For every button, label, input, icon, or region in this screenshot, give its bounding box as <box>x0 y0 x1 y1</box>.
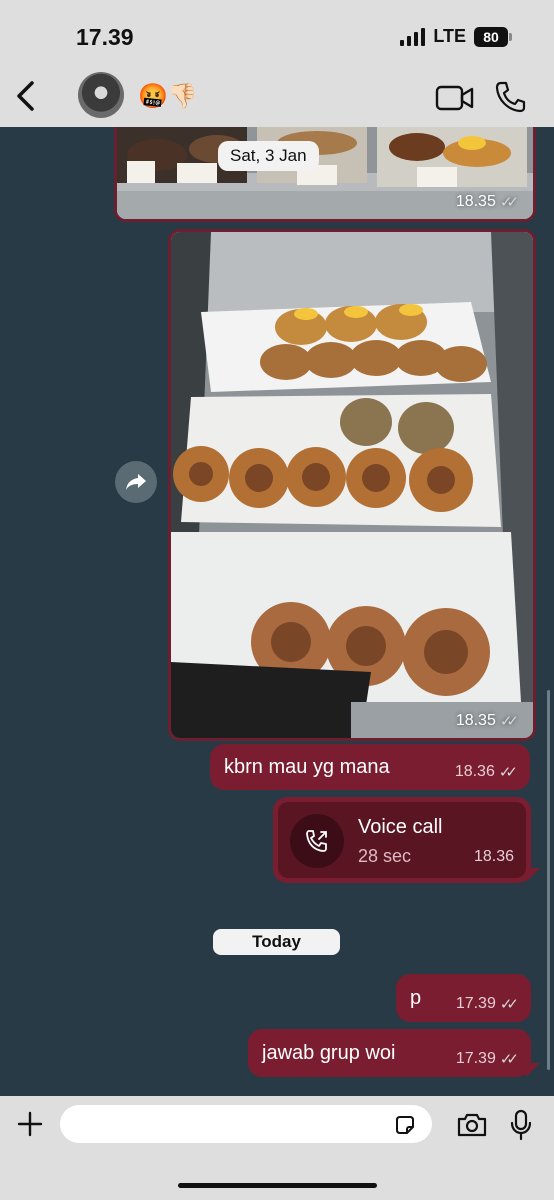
read-ticks-icon: ✓✓ <box>499 194 519 211</box>
contact-name[interactable]: 🤬👎🏻 <box>138 82 198 111</box>
message-meta: 18.36 ✓✓ <box>455 763 518 781</box>
read-ticks-icon: ✓✓ <box>498 764 518 781</box>
battery-icon: 80 <box>474 26 512 47</box>
read-ticks-icon: ✓✓ <box>499 996 519 1013</box>
message-time: 18.36 <box>454 763 495 780</box>
plus-icon[interactable] <box>16 1110 44 1138</box>
message-time: 18.35 ✓✓ <box>456 193 519 211</box>
chat-header: 17.39 LTE 80 🤬👎🏻 <box>0 0 554 127</box>
message-text: jawab grup woi <box>262 1041 396 1064</box>
voice-call-card: Voice call 28 sec 18.36 <box>278 802 526 878</box>
outgoing-message[interactable]: p 17.39 ✓✓ <box>396 974 531 1022</box>
call-icon-circle <box>290 814 344 868</box>
message-time: 17.39 <box>455 995 496 1012</box>
message-time: 18.35 ✓✓ <box>456 712 519 730</box>
phone-call-icon[interactable] <box>494 80 526 114</box>
message-meta: 17.39 ✓✓ <box>456 1050 519 1068</box>
status-indicators: LTE 80 <box>400 26 512 47</box>
avatar[interactable] <box>78 72 124 118</box>
composer-bar <box>0 1096 554 1200</box>
outgoing-message[interactable]: kbrn mau yg mana 18.36 ✓✓ <box>210 744 530 790</box>
network-label: LTE <box>433 26 466 46</box>
today-separator: Today <box>213 929 340 955</box>
message-time: 18.36 <box>473 848 514 865</box>
bakery-display-photo <box>171 232 533 738</box>
call-duration: 28 sec <box>358 846 412 866</box>
sticker-icon[interactable] <box>394 1114 416 1136</box>
home-indicator <box>178 1183 377 1188</box>
image-message[interactable]: 18.35 ✓✓ <box>168 229 536 741</box>
message-meta: 17.39 ✓✓ <box>456 995 519 1013</box>
camera-icon[interactable] <box>456 1112 488 1138</box>
message-text: kbrn mau yg mana <box>224 755 390 778</box>
read-ticks-icon: ✓✓ <box>499 713 519 730</box>
battery-level: 80 <box>483 28 499 45</box>
read-ticks-icon: ✓✓ <box>499 1051 519 1068</box>
bubble-tail <box>526 868 540 882</box>
outgoing-message[interactable]: jawab grup woi 17.39 ✓✓ <box>248 1029 531 1077</box>
message-text: p <box>410 986 422 1009</box>
date-separator: Sat, 3 Jan <box>218 141 319 171</box>
microphone-icon[interactable] <box>510 1109 532 1141</box>
video-call-icon[interactable] <box>435 84 475 112</box>
message-input[interactable] <box>60 1105 432 1143</box>
forward-icon <box>126 474 146 490</box>
message-time: 17.39 <box>455 1050 496 1067</box>
forward-button[interactable] <box>115 461 157 503</box>
signal-icon <box>400 27 426 46</box>
call-title: Voice call <box>358 816 443 838</box>
scrollbar[interactable] <box>547 690 550 1070</box>
bubble-tail <box>526 1063 540 1077</box>
status-time: 17.39 <box>76 24 134 50</box>
outgoing-call-icon <box>306 830 327 852</box>
voice-call-message[interactable]: Voice call 28 sec 18.36 <box>273 797 531 883</box>
back-icon[interactable] <box>14 80 40 112</box>
